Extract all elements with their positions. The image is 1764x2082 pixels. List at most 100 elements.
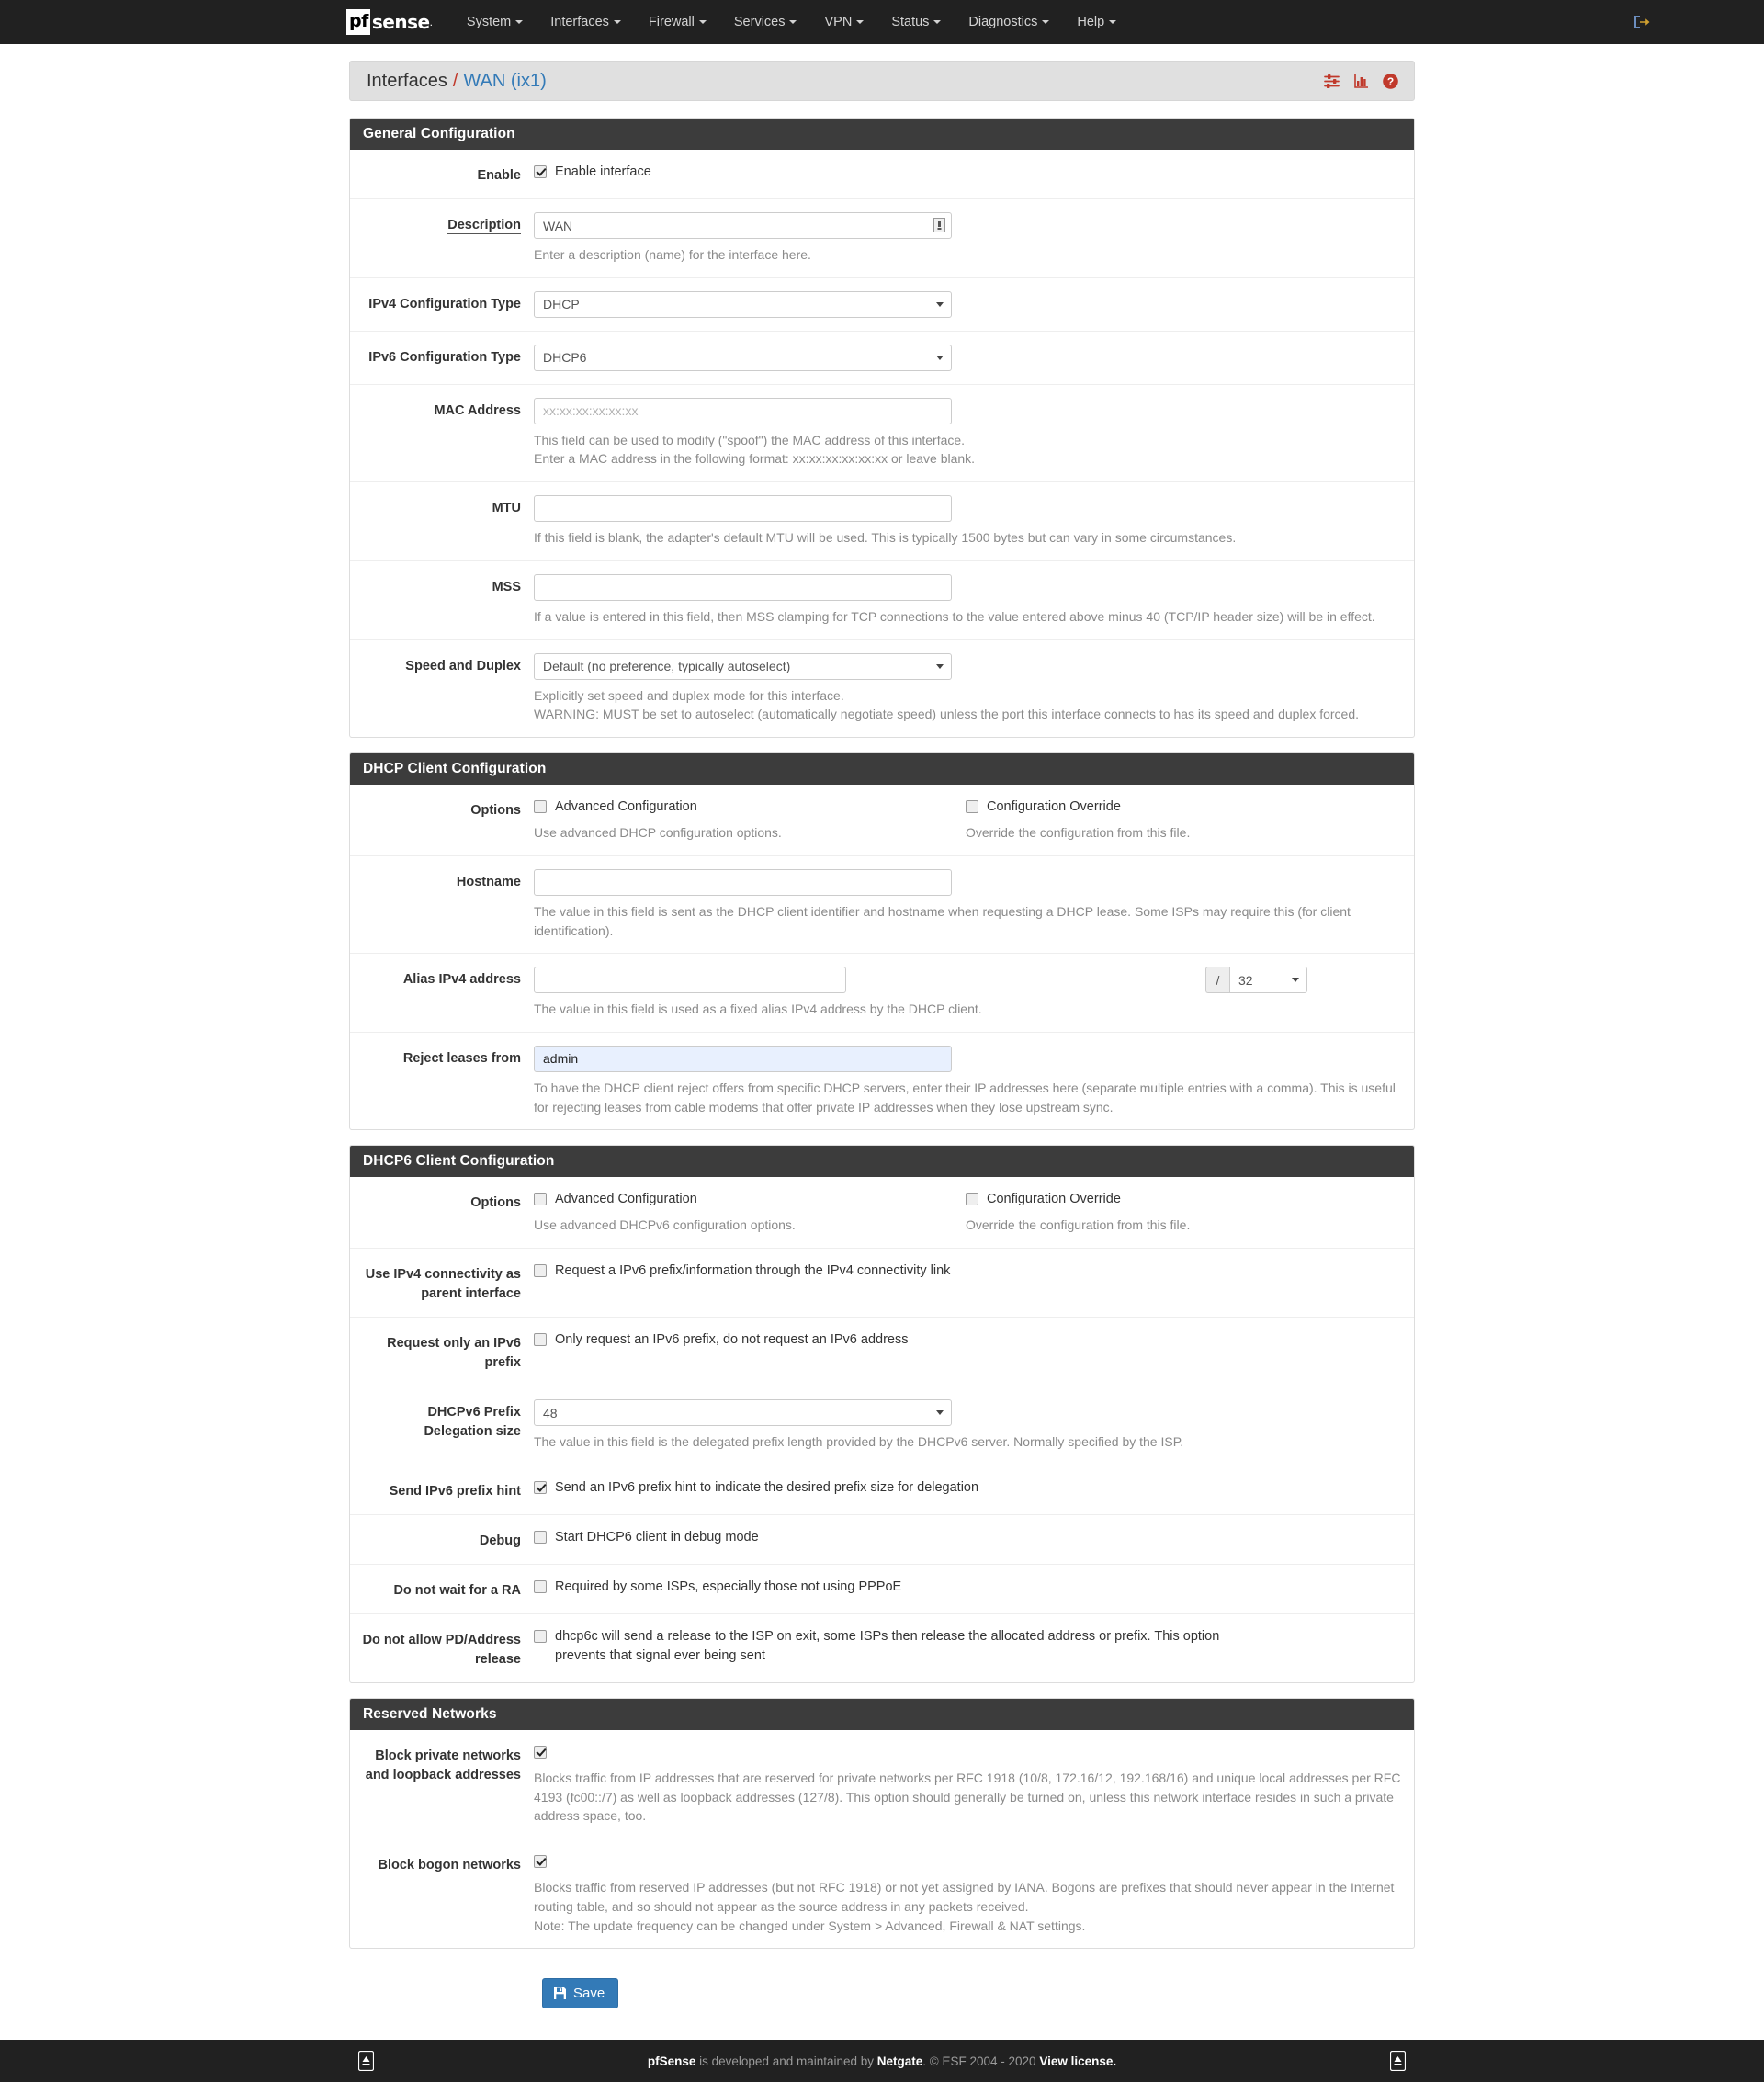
label-enable: Enable: [477, 168, 521, 183]
description-input[interactable]: [534, 212, 952, 240]
nav-item-diagnostics[interactable]: Diagnostics: [955, 2, 1063, 42]
label-mtu: MTU: [492, 501, 521, 516]
prefix-hint-checkbox-row[interactable]: Send an IPv6 prefix hint to indicate the…: [534, 1478, 1401, 1498]
mac-address-help: This field can be used to modify ("spoof…: [534, 431, 1401, 469]
label-prefix-hint: Send IPv6 prefix hint: [389, 1483, 521, 1499]
dhcp-configuration-override-checkbox[interactable]: [966, 800, 978, 814]
parent-interface-checkbox-row[interactable]: Request a IPv6 prefix/information throug…: [534, 1262, 1401, 1281]
dhcp6-options-columns: Advanced Configuration Use advanced DHCP…: [534, 1190, 1401, 1235]
footer-text: pfSense is developed and maintained by N…: [0, 2054, 1764, 2068]
save-button[interactable]: Save: [542, 1978, 619, 2009]
nav-item-status[interactable]: Status: [877, 2, 955, 42]
footer-company-link[interactable]: Netgate: [877, 2054, 923, 2068]
label-dhcp6-options: Options: [470, 1195, 521, 1211]
breadcrumb-current[interactable]: WAN (ix1): [463, 71, 546, 92]
logo-dot: .: [429, 16, 433, 28]
scroll-top-icon[interactable]: [357, 2051, 375, 2072]
dhcp-options-columns: Advanced Configuration Use advanced DHCP…: [534, 798, 1401, 843]
dhcp-hostname-help: The value in this field is sent as the D…: [534, 903, 1351, 938]
row-mtu: MTU If this field is blank, the adapter'…: [350, 482, 1414, 561]
nav-item-vpn[interactable]: VPN: [810, 2, 877, 42]
scroll-top-icon[interactable]: [1389, 2051, 1407, 2072]
speed-duplex-help: Explicitly set speed and duplex mode for…: [534, 686, 1401, 724]
nav-item-services[interactable]: Services: [720, 2, 811, 42]
sliders-icon[interactable]: [1323, 73, 1340, 90]
pd-size-select-wrap: 48: [534, 1399, 952, 1427]
do-not-allow-release-checkbox[interactable]: [534, 1629, 547, 1643]
top-navbar: pf sense. System Interfaces Firewall Serv…: [0, 0, 1764, 44]
prefix-only-checkbox-row[interactable]: Only request an IPv6 prefix, do not requ…: [534, 1330, 1401, 1350]
row-prefix-hint: Send IPv6 prefix hint Send an IPv6 prefi…: [350, 1465, 1414, 1515]
speed-duplex-select[interactable]: Default (no preference, typically autose…: [534, 652, 952, 680]
chevron-down-icon: [698, 20, 707, 25]
do-not-wait-for-ra-checkbox[interactable]: [534, 1579, 547, 1593]
dhcp6-override-checkbox-row[interactable]: Configuration Override: [966, 1190, 1401, 1209]
dhcp-advanced-configuration-checkbox[interactable]: [534, 800, 547, 814]
chevron-down-icon: [1109, 20, 1117, 25]
dhcp-advanced-label: Advanced Configuration: [555, 799, 697, 815]
label-dhcp-hostname: Hostname: [456, 874, 521, 889]
dhcp6-advanced-configuration-checkbox[interactable]: [534, 1193, 547, 1206]
chevron-down-icon: [1042, 20, 1050, 25]
nav-item-firewall[interactable]: Firewall: [635, 2, 720, 42]
save-button-label: Save: [573, 1986, 605, 2002]
enable-interface-checkbox-row[interactable]: Enable interface: [534, 163, 1401, 182]
bar-chart-icon[interactable]: [1352, 73, 1370, 90]
debug-checkbox-row[interactable]: Start DHCP6 client in debug mode: [534, 1528, 1401, 1547]
block-private-networks-checkbox[interactable]: [534, 1745, 547, 1759]
dhcp-override-checkbox-row[interactable]: Configuration Override: [966, 798, 1401, 817]
sign-out-icon[interactable]: [1631, 12, 1651, 32]
mss-input[interactable]: [534, 573, 952, 601]
dhcp-advanced-checkbox-row[interactable]: Advanced Configuration: [534, 798, 966, 817]
nav-item-help[interactable]: Help: [1063, 2, 1130, 42]
dhcp-override-label: Configuration Override: [987, 799, 1121, 815]
label-speed-duplex: Speed and Duplex: [405, 658, 521, 673]
block-bogon-networks-checkbox[interactable]: [534, 1855, 547, 1869]
nav-item-system[interactable]: System: [453, 2, 537, 42]
no-release-checkbox-row[interactable]: dhcp6c will send a release to the ISP on…: [534, 1627, 1401, 1666]
row-parent-interface: Use IPv4 connectivity as parent interfac…: [350, 1249, 1414, 1318]
block-bogon-help-line-2: Note: The update frequency can be change…: [534, 1918, 1086, 1933]
mac-help-line-1: This field can be used to modify ("spoof…: [534, 432, 966, 447]
chevron-down-icon: [933, 20, 942, 25]
password-reveal-icon[interactable]: [933, 216, 946, 234]
enable-interface-checkbox[interactable]: [534, 165, 547, 178]
dhcp6-debug-checkbox[interactable]: [534, 1530, 547, 1544]
block-bogon-help: Blocks traffic from reserved IP addresse…: [534, 1878, 1401, 1935]
dhcpv6-prefix-delegation-size-select[interactable]: 48: [534, 1399, 952, 1427]
prefix-only-checkbox-label: Only request an IPv6 prefix, do not requ…: [555, 1332, 909, 1348]
use-ipv4-connectivity-checkbox[interactable]: [534, 1264, 547, 1278]
mac-address-input[interactable]: [534, 397, 952, 424]
send-ipv6-prefix-hint-checkbox[interactable]: [534, 1480, 547, 1494]
label-no-ra-wait: Do not wait for a RA: [393, 1582, 521, 1598]
label-alias-ipv4: Alias IPv4 address: [402, 972, 521, 988]
footer-license-link[interactable]: View license.: [1039, 2054, 1116, 2068]
request-only-prefix-checkbox[interactable]: [534, 1333, 547, 1347]
ipv6-configuration-type-select[interactable]: DHCP6: [534, 344, 952, 371]
label-no-release: Do not allow PD/Address release: [362, 1632, 521, 1667]
footer-text-2: . © ESF 2004 - 2020: [922, 2054, 1040, 2068]
dhcp-hostname-input[interactable]: [534, 868, 952, 896]
row-no-release: Do not allow PD/Address release dhcp6c w…: [350, 1614, 1414, 1682]
ipv4-type-select-wrap: DHCP: [534, 290, 952, 318]
floppy-disk-icon: [553, 1986, 567, 2000]
pfsense-logo[interactable]: pf sense.: [346, 9, 433, 35]
dhcp6-configuration-override-checkbox[interactable]: [966, 1193, 978, 1206]
dhcp6-advanced-checkbox-row[interactable]: Advanced Configuration: [534, 1190, 966, 1209]
nav-item-interfaces[interactable]: Interfaces: [537, 2, 635, 42]
row-dhcp-options: Options Advanced Configuration Use advan…: [350, 785, 1414, 856]
mtu-input[interactable]: [534, 495, 952, 523]
ipv4-configuration-type-select[interactable]: DHCP: [534, 290, 952, 318]
pd-size-help: The value in this field is the delegated…: [534, 1434, 1184, 1450]
dhcp6-override-help: Override the configuration from this fil…: [966, 1217, 1191, 1233]
breadcrumb-root: Interfaces: [367, 70, 447, 91]
ipv6-type-select-wrap: DHCP6: [534, 344, 952, 371]
row-prefix-only: Request only an IPv6 prefix Only request…: [350, 1318, 1414, 1387]
alias-ipv4-address-input[interactable]: [534, 967, 846, 994]
reject-leases-from-input[interactable]: [534, 1045, 952, 1072]
row-speed-duplex: Speed and Duplex Default (no preference,…: [350, 640, 1414, 737]
alias-subnet-mask-select[interactable]: 32: [1229, 967, 1307, 994]
help-circle-icon[interactable]: ?: [1382, 73, 1399, 90]
label-mac-address: MAC Address: [434, 402, 521, 418]
no-ra-wait-checkbox-row[interactable]: Required by some ISPs, especially those …: [534, 1578, 1401, 1597]
